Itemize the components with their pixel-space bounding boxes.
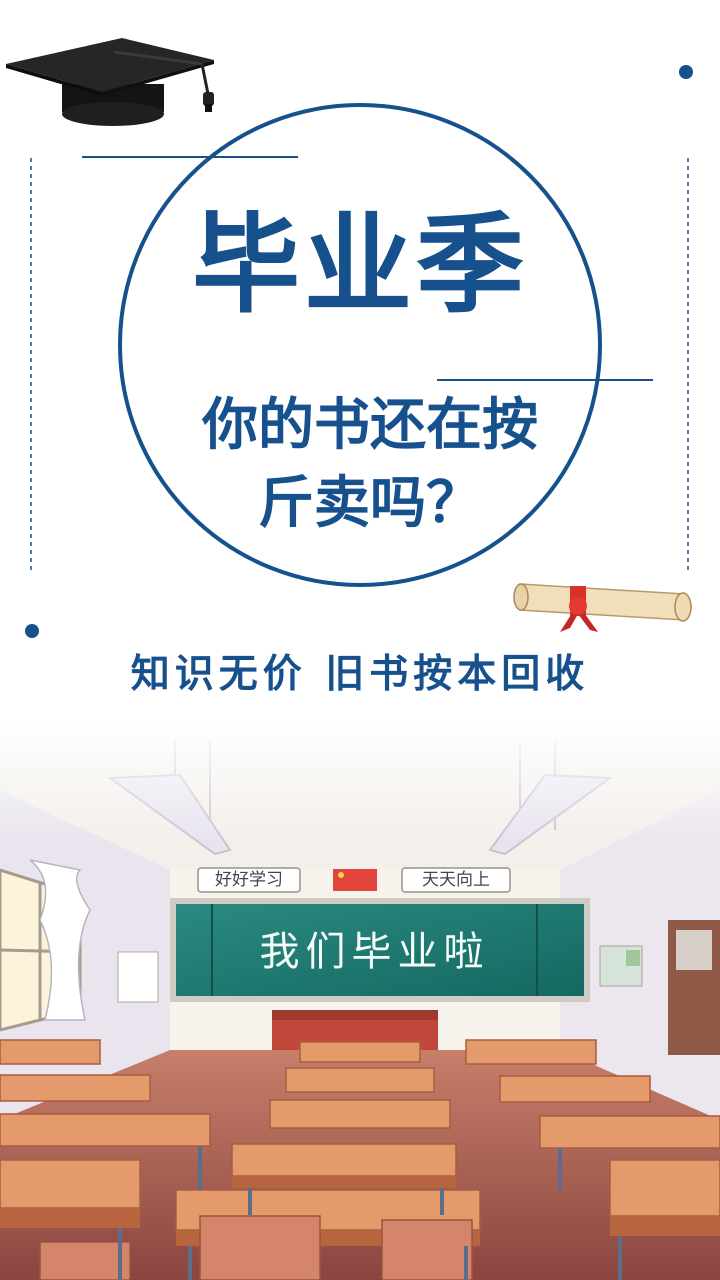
blackboard-text: 我们毕业啦 [259, 929, 490, 975]
sign-left: 好好学习 [215, 870, 283, 890]
question-line-1: 你的书还在按 [202, 393, 538, 458]
classroom-illustration [0, 720, 720, 1280]
tagline: 知识无价 旧书按本回收 [130, 652, 590, 697]
diploma-scroll-icon [513, 583, 692, 632]
sign-right: 天天向上 [422, 870, 490, 890]
headline: 毕业季 [191, 203, 528, 328]
poster: 毕业季 你的书还在按 斤卖吗？ 知识无价 旧书按本回收 好好学习 天天向上 我们… [0, 0, 720, 1280]
graduation-cap-icon [6, 38, 214, 126]
question-line-2: 斤卖吗？ [258, 471, 482, 536]
